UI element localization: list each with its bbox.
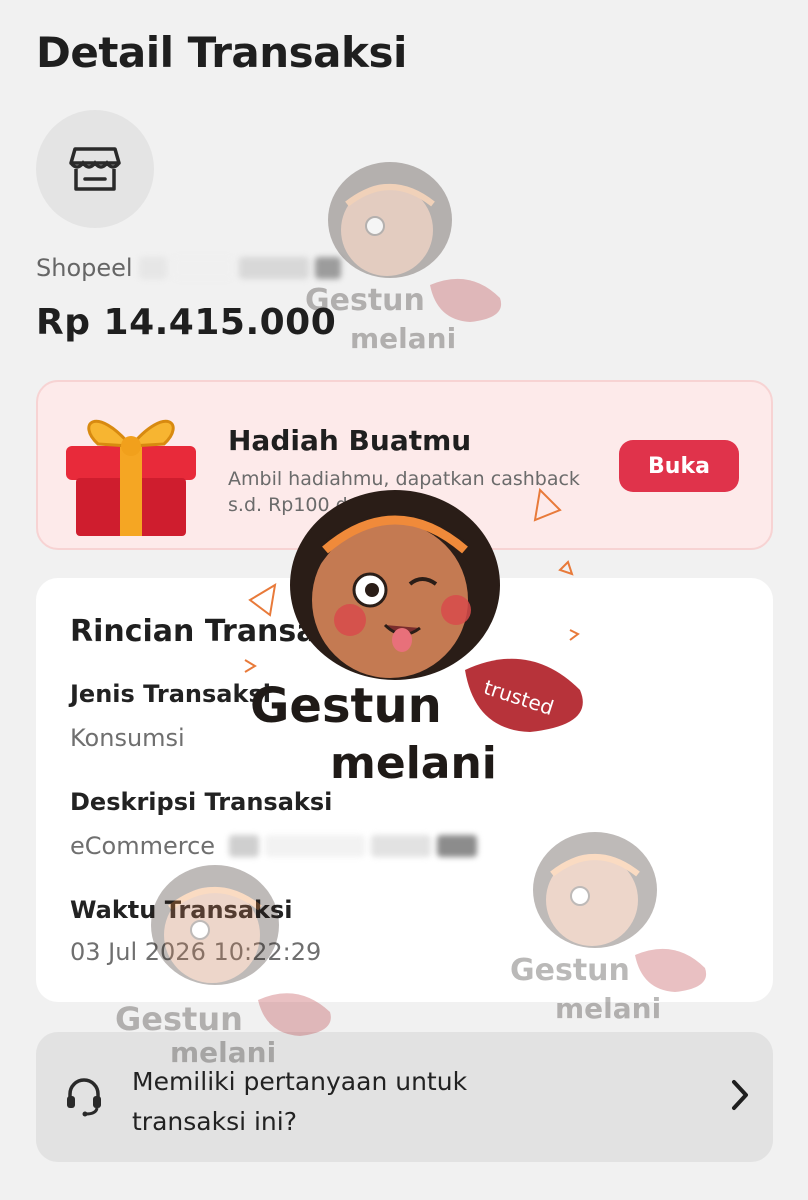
merchant-name: Shopeel xyxy=(36,254,341,282)
promo-description: Ambil hadiahmu, dapatkan cashback s.d. R… xyxy=(228,466,628,518)
redacted-text xyxy=(265,835,366,857)
merchant-name-text: Shopeel xyxy=(36,254,133,282)
promo-card[interactable]: Hadiah Buatmu Ambil hadiahmu, dapatkan c… xyxy=(36,380,773,550)
transaction-time-value: 03 Jul 2026 10:22:29 xyxy=(70,938,322,966)
promo-desc-line1: Ambil hadiahmu, dapatkan cashback xyxy=(228,468,580,490)
transaction-type-value: Konsumsi xyxy=(70,724,185,752)
redacted-text xyxy=(172,257,233,279)
transaction-amount: Rp 14.415.000 xyxy=(36,302,337,343)
promo-title: Hadiah Buatmu xyxy=(228,424,472,457)
watermark-line2: melani xyxy=(350,322,456,355)
page-title: Detail Transaksi xyxy=(36,28,407,77)
help-text-line1: Memiliki pertanyaan untuk xyxy=(132,1067,468,1096)
transaction-description-label: Deskripsi Transaksi xyxy=(70,788,333,816)
details-heading: Rincian Transaksi xyxy=(70,614,365,649)
headset-icon xyxy=(67,1078,101,1117)
redacted-text xyxy=(437,835,478,857)
redacted-text xyxy=(138,257,167,279)
transaction-details-card: Rincian Transaksi Jenis Transaksi Konsum… xyxy=(36,578,773,1002)
gift-icon xyxy=(66,419,196,536)
redacted-text xyxy=(229,835,260,857)
help-text: Memiliki pertanyaan untuk transaksi ini? xyxy=(132,1062,572,1142)
redacted-text xyxy=(238,257,309,279)
chevron-right-icon[interactable] xyxy=(729,1078,751,1112)
transaction-type-label: Jenis Transaksi xyxy=(70,680,271,708)
redacted-text xyxy=(371,835,432,857)
open-button[interactable]: Buka xyxy=(619,440,739,492)
store-icon xyxy=(69,147,121,191)
description-text: eCommerce xyxy=(70,832,216,860)
redacted-text xyxy=(314,257,341,279)
merchant-avatar xyxy=(36,110,154,228)
transaction-time-label: Waktu Transaksi xyxy=(70,896,293,924)
transaction-description-value: eCommerce xyxy=(70,832,478,860)
promo-desc-line2: s.d. Rp100 dan lainnya xyxy=(228,494,447,516)
help-text-line2: transaksi ini? xyxy=(132,1107,297,1136)
help-card[interactable]: Memiliki pertanyaan untuk transaksi ini? xyxy=(36,1032,773,1162)
